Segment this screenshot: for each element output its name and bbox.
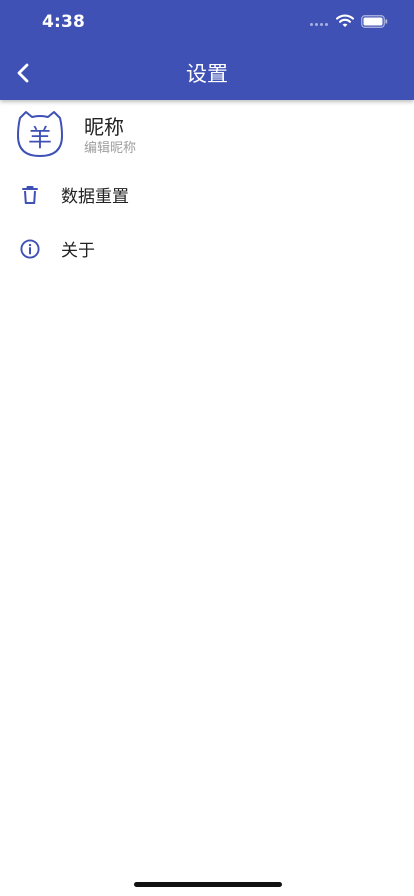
- battery-icon: [361, 14, 388, 28]
- info-icon: [20, 239, 40, 259]
- wifi-icon: [336, 14, 354, 27]
- signal-icon: [310, 22, 328, 26]
- profile-row[interactable]: 羊 昵称 编辑昵称: [0, 104, 414, 160]
- menu-item-label: 关于: [61, 241, 95, 261]
- status-time: 4:38: [42, 12, 86, 32]
- status-icons: [310, 14, 388, 28]
- menu-item-about[interactable]: 关于: [0, 224, 414, 274]
- menu-item-reset-data[interactable]: 数据重置: [0, 170, 414, 220]
- avatar[interactable]: 羊: [14, 108, 66, 160]
- home-indicator: [134, 882, 282, 887]
- menu-item-label: 数据重置: [61, 187, 129, 207]
- avatar-glyph: 羊: [28, 124, 52, 152]
- edit-nickname-hint: 编辑昵称: [84, 141, 137, 156]
- trash-icon: [22, 186, 38, 204]
- nickname-label: 昵称: [84, 115, 124, 139]
- page-title: 设置: [186, 62, 228, 86]
- app-header: 4:38 设置: [0, 0, 414, 100]
